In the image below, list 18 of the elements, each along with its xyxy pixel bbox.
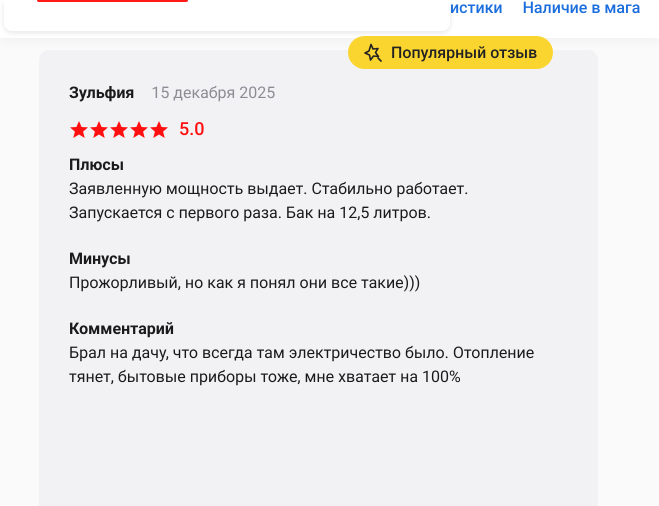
section-text: Прожорливый, но как я понял они все такие)))	[69, 272, 422, 294]
section-title: Минусы	[69, 248, 132, 270]
star-icon	[89, 120, 109, 140]
star-icon	[129, 120, 149, 140]
section-text: Брал на дачу, что всегда там электричество было. Отопление тянет, бытовые приборы тоже, мне хватает на 100%	[69, 342, 536, 388]
section-title: Плюсы	[69, 154, 125, 176]
nav-tab[interactable]: истики	[450, 0, 503, 17]
rating-value: 5.0	[179, 119, 204, 140]
sparkle-star-icon	[363, 42, 383, 62]
section-title: Комментарий	[69, 318, 175, 340]
review-date: 15 декабря 2025	[151, 82, 276, 104]
nav-tab[interactable]: Наличие в мага	[522, 0, 640, 17]
star-icon	[69, 120, 89, 140]
section-text: Заявленную мощность выдает. Стабильно работает. Запускается с первого раза. Бак на 12,5 литров.	[69, 178, 470, 224]
star-icon	[149, 120, 169, 140]
star-icon	[109, 120, 129, 140]
badge-text: Популярный отзыв	[391, 43, 538, 62]
author-name: Зульфия	[69, 82, 134, 104]
